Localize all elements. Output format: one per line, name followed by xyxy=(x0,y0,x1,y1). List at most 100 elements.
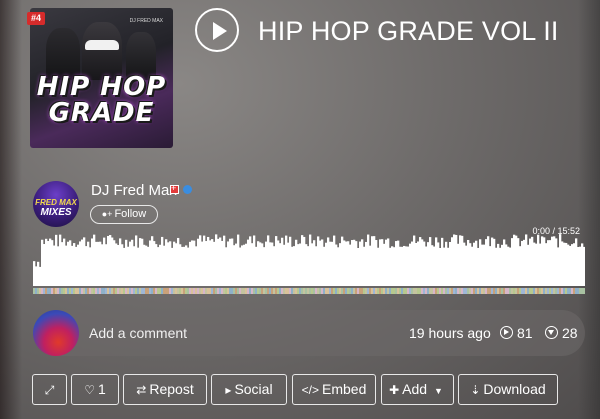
waveform-strip-segment xyxy=(517,288,520,294)
waveform-bar xyxy=(425,246,428,286)
play-button[interactable] xyxy=(195,8,239,52)
waveform-strip-segment xyxy=(235,288,238,294)
waveform-strip-segment xyxy=(257,288,260,294)
comment-input[interactable]: Add a comment xyxy=(89,325,187,341)
waveform-strip-segment xyxy=(73,288,76,294)
waveform-strip-segment xyxy=(509,288,512,294)
embed-button[interactable]: </> Embed xyxy=(292,374,376,405)
waveform-strip-segment xyxy=(149,288,152,294)
waveform-strip-segment xyxy=(177,288,180,294)
waveform-bar xyxy=(335,244,338,286)
waveform[interactable] xyxy=(33,234,585,296)
waveform-bar xyxy=(579,246,582,286)
waveform-strip-segment xyxy=(261,288,264,294)
waveform-strip-segment xyxy=(119,288,122,294)
waveform-strip-segment xyxy=(113,288,116,294)
waveform-strip-segment xyxy=(381,288,384,294)
waveform-strip-segment xyxy=(209,288,212,294)
waveform-strip-segment xyxy=(339,288,342,294)
waveform-strip-segment xyxy=(63,288,66,294)
waveform-bar xyxy=(233,245,236,286)
cover-art[interactable]: DJ FRED MAX HIP HOP GRADE xyxy=(30,8,173,148)
waveform-strip-segment xyxy=(499,288,502,294)
waveform-strip-segment xyxy=(543,288,546,294)
waveform-bar xyxy=(317,236,320,286)
add-button[interactable]: ✚ Add ▼ xyxy=(381,374,454,405)
waveform-bar xyxy=(497,243,500,286)
waveform-strip-segment xyxy=(103,288,106,294)
waveform-bar xyxy=(457,243,460,286)
like-button[interactable]: ♡ 1 xyxy=(71,374,119,405)
waveform-strip-segment xyxy=(307,288,310,294)
waveform-strip-segment xyxy=(277,288,280,294)
waveform-bar xyxy=(77,244,80,286)
download-button[interactable]: ⇣ Download xyxy=(458,374,558,405)
waveform-strip-segment xyxy=(489,288,492,294)
waveform-bar xyxy=(437,242,440,286)
waveform-bar xyxy=(353,239,356,286)
artist-name[interactable]: DJ Fred Max xyxy=(91,182,177,199)
social-button[interactable]: ▸ Social xyxy=(211,374,287,405)
waveform-strip-segment xyxy=(109,288,112,294)
waveform-strip-segment xyxy=(173,288,176,294)
waveform-bar xyxy=(539,243,542,286)
waveform-bar xyxy=(155,244,158,286)
waveform-bar xyxy=(97,241,100,286)
waveform-strip-segment xyxy=(347,288,350,294)
waveform-bar xyxy=(189,241,192,286)
waveform-bar xyxy=(547,240,550,286)
waveform-bar xyxy=(407,246,410,286)
waveform-bar xyxy=(379,239,382,286)
waveform-strip-segment xyxy=(157,288,160,294)
waveform-strip-segment xyxy=(515,288,518,294)
waveform-strip-segment xyxy=(565,288,568,294)
verified-icon xyxy=(183,185,192,194)
follow-button[interactable]: ●+ Follow xyxy=(90,205,158,224)
waveform-bar xyxy=(263,247,266,286)
waveform-strip-segment xyxy=(325,288,328,294)
waveform-bar xyxy=(305,244,308,286)
artist-avatar[interactable]: FRED MAX MIXES xyxy=(33,181,79,227)
waveform-strip-segment xyxy=(397,288,400,294)
waveform-bar xyxy=(541,236,544,286)
waveform-bar xyxy=(569,245,572,286)
waveform-strip-segment xyxy=(523,288,526,294)
waveform-bar xyxy=(115,243,118,286)
waveform-bar xyxy=(563,242,566,286)
waveform-strip-segment xyxy=(69,288,72,294)
waveform-bar xyxy=(249,236,252,286)
waveform-bar xyxy=(269,242,272,286)
waveform-strip-segment xyxy=(187,288,190,294)
waveform-strip-segment xyxy=(107,288,110,294)
waveform-bar xyxy=(509,247,512,286)
waveform-bar xyxy=(187,247,190,286)
waveform-bar xyxy=(445,241,448,286)
waveform-strip-segment xyxy=(111,288,114,294)
waveform-strip-segment xyxy=(305,288,308,294)
waveform-bar xyxy=(57,246,60,286)
waveform-strip-segment xyxy=(181,288,184,294)
waveform-bar xyxy=(195,246,198,286)
repost-button[interactable]: ⇄ Repost xyxy=(123,374,207,405)
waveform-strip-segment xyxy=(251,288,254,294)
waveform-bar xyxy=(381,239,384,286)
waveform-bar xyxy=(311,243,314,286)
waveform-strip-segment xyxy=(331,288,334,294)
waveform-bar xyxy=(393,247,396,286)
waveform-strip-segment xyxy=(429,288,432,294)
waveform-strip-segment xyxy=(357,288,360,294)
waveform-strip-segment xyxy=(161,288,164,294)
waveform-bar xyxy=(119,238,122,286)
waveform-bar xyxy=(143,244,146,286)
waveform-bar xyxy=(293,246,296,286)
waveform-bar xyxy=(43,244,46,286)
waveform-bar xyxy=(297,244,300,286)
expand-button[interactable]: ⤢ xyxy=(32,374,67,405)
waveform-bar xyxy=(237,234,240,286)
waveform-strip-segment xyxy=(87,288,90,294)
waveform-strip-segment xyxy=(527,288,530,294)
waveform-bar xyxy=(35,266,38,286)
waveform-bar xyxy=(527,244,530,286)
flag-icon xyxy=(170,183,179,194)
waveform-bar xyxy=(493,238,496,286)
